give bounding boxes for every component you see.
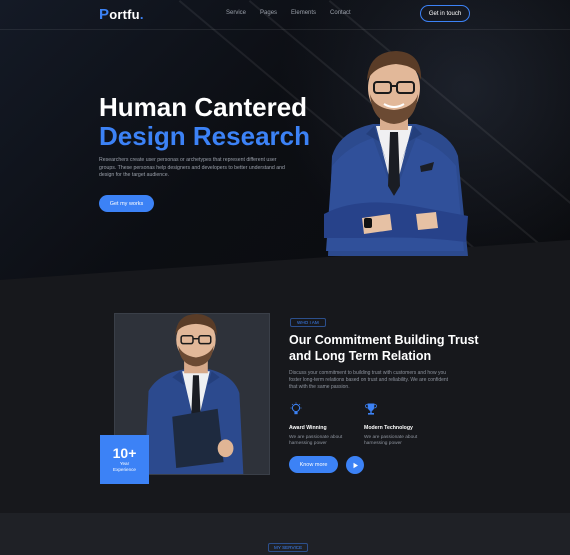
- nav-item-elements[interactable]: Elements: [291, 10, 316, 16]
- get-in-touch-button[interactable]: Get in touch: [420, 5, 470, 22]
- top-navbar: Portfu. Service Pages Elements Contact G…: [0, 0, 570, 30]
- about-description: Discuss your commitment to building trus…: [289, 370, 449, 390]
- lightbulb-icon: [290, 402, 302, 415]
- hero-angled-divider: [0, 240, 570, 290]
- hero-description: Researchers create user personas or arch…: [99, 157, 285, 179]
- logo-dot: .: [139, 7, 144, 22]
- logo-letter: P: [99, 6, 110, 23]
- service-section: MY SERVICE: [0, 513, 570, 555]
- experience-number: 10+: [112, 445, 137, 462]
- who-i-am-badge: WHO I AM: [290, 318, 326, 327]
- get-my-works-button[interactable]: Get my works: [99, 195, 154, 212]
- main-menu: Service Pages Elements Contact: [226, 10, 351, 16]
- feature-title: Modern Technology: [364, 425, 413, 431]
- hero-title: Human Cantered Design Research: [99, 93, 310, 151]
- hero-section: Human Cantered Design Research Researche…: [0, 0, 570, 290]
- feature-award-winning: Award Winning We are passionate about ha…: [289, 402, 364, 448]
- trophy-icon: [365, 403, 377, 415]
- nav-item-service[interactable]: Service: [226, 10, 246, 16]
- feature-title: Award Winning: [289, 425, 327, 431]
- hero-title-line1: Human Cantered: [99, 92, 308, 122]
- hero-title-line2: Design Research: [99, 121, 310, 151]
- know-more-button[interactable]: Know more: [289, 456, 338, 473]
- play-icon: [353, 462, 358, 468]
- my-service-badge: MY SERVICE: [268, 543, 309, 552]
- feature-description: We are passionate about harnessing power: [364, 435, 418, 447]
- about-title: Our Commitment Building Trust and Long T…: [289, 333, 479, 363]
- nav-item-pages[interactable]: Pages: [260, 10, 277, 16]
- brand-logo[interactable]: Portfu.: [99, 6, 144, 23]
- experience-badge: 10+ Year Experience: [100, 435, 149, 484]
- feature-description: We are passionate about harnessing power: [289, 435, 343, 447]
- nav-item-contact[interactable]: Contact: [330, 10, 351, 16]
- logo-text: ortfu: [109, 7, 140, 22]
- hero-portrait-image: [324, 51, 468, 256]
- experience-label: Year Experience: [113, 461, 136, 472]
- feature-modern-technology: Modern Technology We are passionate abou…: [364, 402, 439, 448]
- play-video-button[interactable]: [346, 456, 364, 474]
